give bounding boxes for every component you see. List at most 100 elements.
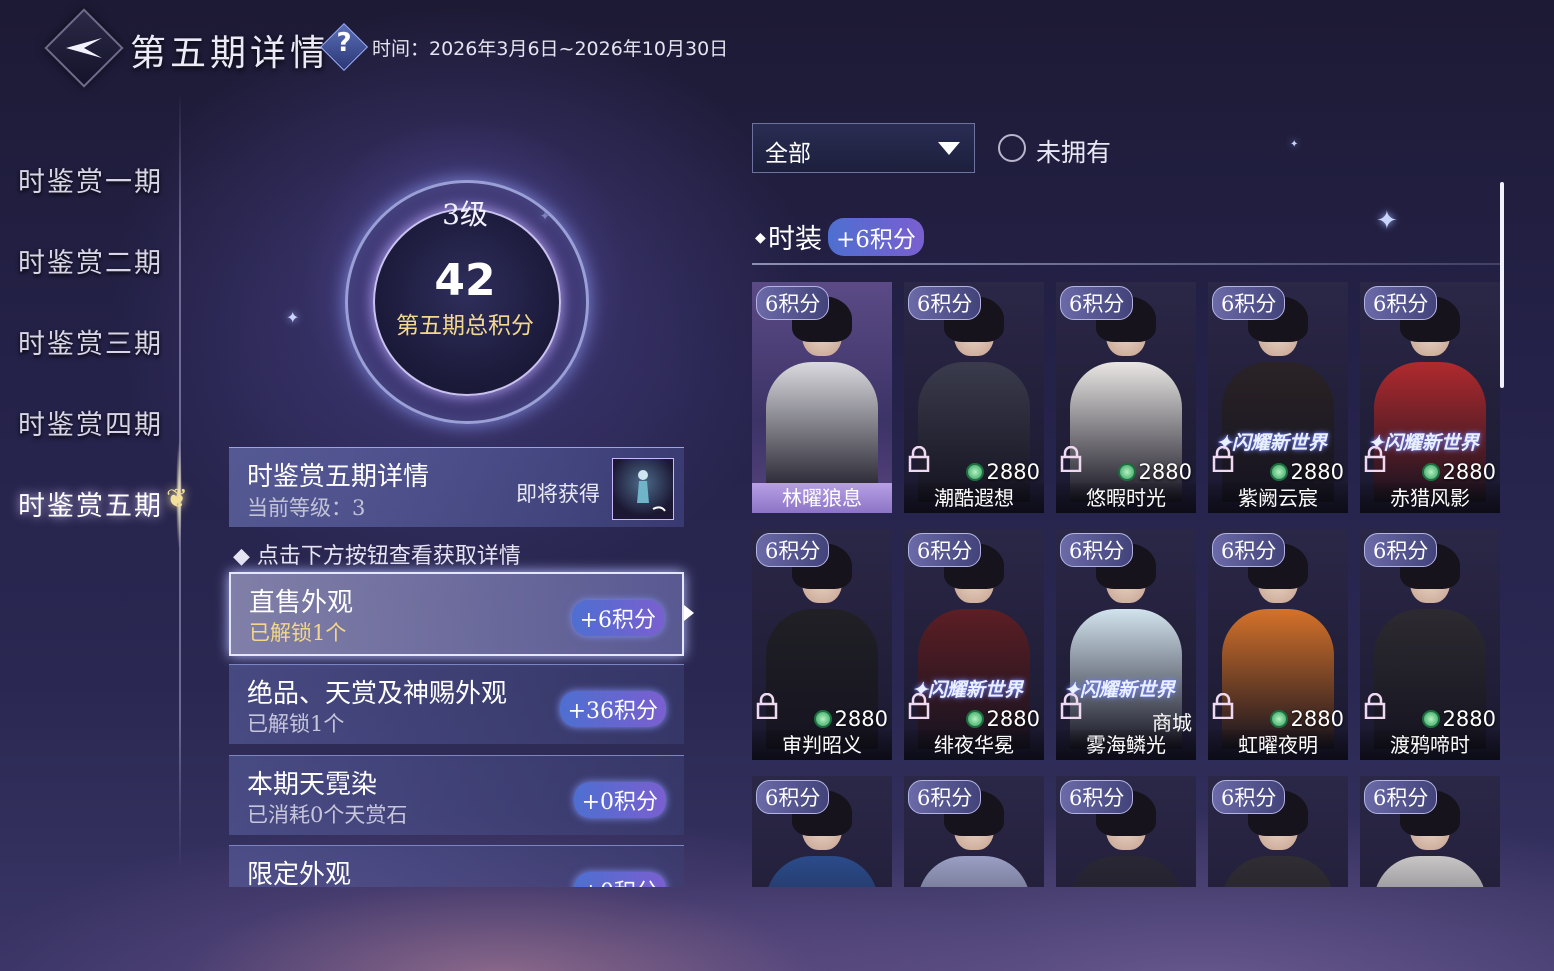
outfit-price: 2880 [965, 460, 1040, 484]
outfit-price-value: 2880 [986, 460, 1040, 484]
category-title: 绝品、天赏及神赐外观 [247, 679, 508, 709]
lock-icon [1060, 446, 1082, 472]
score-value: 42 [434, 255, 496, 306]
outfit-card[interactable]: 6积分 [904, 776, 1044, 887]
outfit-card[interactable]: 6积分 2880 潮酷遐想 [904, 282, 1044, 513]
lock-icon [908, 446, 930, 472]
outfit-points-badge: 6积分 [908, 533, 982, 567]
lock-icon [1212, 693, 1234, 719]
outfit-points-badge: 6积分 [756, 533, 830, 567]
outfit-points-badge: 6积分 [1060, 533, 1134, 567]
outfit-card[interactable]: 6积分 ✦闪耀新世界 2880 赤猎风影 [1360, 282, 1500, 513]
outfit-points-badge: 6积分 [1364, 533, 1438, 567]
outfit-price-value: 2880 [986, 707, 1040, 731]
unowned-label[interactable]: 未拥有 [1036, 133, 1111, 169]
outfit-points-badge: 6积分 [1060, 780, 1134, 814]
selected-arrow-icon [684, 605, 694, 621]
outfit-card[interactable]: 6积分 [1056, 776, 1196, 887]
category-sub: 已解锁1个 [247, 712, 345, 736]
unowned-radio[interactable] [998, 134, 1026, 162]
lock-icon [908, 693, 930, 719]
sidebar-item-period-4[interactable]: 时鉴赏四期 [18, 403, 163, 442]
period-detail-card[interactable]: 时鉴赏五期详情 当前等级：3 即将获得 [229, 447, 684, 527]
filter-dropdown[interactable]: 全部 [752, 123, 975, 173]
jade-coin-icon [813, 710, 832, 728]
outfit-card[interactable]: 6积分 ✦闪耀新世界 2880 紫阙云宸 [1208, 282, 1348, 513]
section-points: +6积分 [828, 218, 924, 256]
category-title: 限定外观 [247, 860, 352, 887]
outfit-card[interactable]: 6积分林曜狼息 [752, 282, 892, 513]
sidebar-item-period-1[interactable]: 时鉴赏一期 [18, 160, 163, 199]
reward-thumbnail[interactable] [612, 458, 674, 520]
outfit-card[interactable]: 6积分 ✦闪耀新世界 商城 雾海鳞光 [1056, 529, 1196, 760]
category-limited[interactable]: 限定外观 +0积分 [229, 845, 684, 887]
category-direct-sale[interactable]: 直售外观 已解锁1个 +6积分 [229, 572, 684, 656]
outfit-price: 2880 [1269, 460, 1344, 484]
detail-soon-label: 即将获得 [516, 482, 600, 506]
section-divider [752, 263, 1500, 265]
character-outfit [1222, 856, 1334, 887]
outfit-price: 2880 [1421, 707, 1496, 731]
outfit-points-badge: 6积分 [1364, 286, 1438, 320]
outfit-points-badge: 6积分 [756, 780, 830, 814]
category-premium[interactable]: 绝品、天赏及神赐外观 已解锁1个 +36积分 [229, 664, 684, 744]
jade-coin-icon [1269, 463, 1288, 481]
jade-coin-icon [965, 463, 984, 481]
category-sub: 已解锁1个 [249, 621, 347, 645]
outfit-name: 林曜狼息 [752, 483, 892, 513]
jade-coin-icon [1421, 710, 1440, 728]
sidebar-item-period-3[interactable]: 时鉴赏三期 [18, 322, 163, 361]
period-time: 时间：2026年3月6日~2026年10月30日 [372, 38, 729, 60]
sparkle-icon: ✦ [1376, 206, 1398, 236]
outfit-card[interactable]: 6积分 ✦闪耀新世界 2880 绯夜华冕 [904, 529, 1044, 760]
category-dye[interactable]: 本期天霓染 已消耗0个天赏石 +0积分 [229, 755, 684, 835]
lock-icon [1060, 693, 1082, 719]
category-title: 直售外观 [249, 588, 354, 618]
outfit-price: 2880 [1269, 707, 1344, 731]
score-label: 第五期总积分 [396, 313, 534, 339]
jade-coin-icon [965, 710, 984, 728]
outfit-price-value: 2880 [1290, 460, 1344, 484]
hint-text: ◆ 点击下方按钮查看获取详情 [233, 544, 521, 569]
outfit-card[interactable]: 6积分 [1208, 776, 1348, 887]
sparkle-icon: ✦ [286, 308, 300, 327]
sidebar-item-period-2[interactable]: 时鉴赏二期 [18, 241, 163, 280]
outfit-price: 2880 [1421, 460, 1496, 484]
detail-current-level: 当前等级：3 [247, 496, 366, 520]
outfit-name: 虹曜夜明 [1208, 730, 1348, 760]
outfit-card[interactable]: 6积分 2880 悠暇时光 [1056, 282, 1196, 513]
jade-coin-icon [1421, 463, 1440, 481]
outfit-name: 潮酷遐想 [904, 483, 1044, 513]
character-outfit [918, 856, 1030, 887]
jade-coin-icon [1269, 710, 1288, 728]
outfit-points-badge: 6积分 [908, 780, 982, 814]
outfit-name: 绯夜华冕 [904, 730, 1044, 760]
category-points: +0积分 [573, 782, 666, 818]
chevron-down-icon [938, 142, 960, 155]
section-title: 时装 [768, 224, 822, 255]
back-arrow-icon [66, 38, 102, 58]
outfit-name: 紫阙云宸 [1208, 483, 1348, 513]
outfit-points-badge: 6积分 [1212, 780, 1286, 814]
category-list-clip: 限定外观 +0积分 [229, 845, 684, 887]
lock-icon [756, 693, 778, 719]
category-points: +36积分 [559, 691, 666, 727]
outfit-price-value: 2880 [834, 707, 888, 731]
lock-icon [1212, 446, 1234, 472]
filter-value: 全部 [765, 141, 811, 167]
sidebar-item-period-5[interactable]: 时鉴赏五期 [18, 484, 163, 523]
outfit-card[interactable]: 6积分 [1360, 776, 1500, 887]
detail-title: 时鉴赏五期详情 [247, 462, 430, 492]
outfit-points-badge: 6积分 [756, 286, 830, 320]
lock-icon [1364, 446, 1386, 472]
outfit-card[interactable]: 6积分 [752, 776, 892, 887]
outfit-name: 悠暇时光 [1056, 483, 1196, 513]
character-outfit [766, 856, 878, 887]
category-sub: 已消耗0个天赏石 [247, 803, 408, 827]
outfit-card[interactable]: 6积分 2880 虹曜夜明 [1208, 529, 1348, 760]
outfit-card[interactable]: 6积分 2880 审判昭义 [752, 529, 892, 760]
outfit-price-value: 2880 [1290, 707, 1344, 731]
score-level: 3级 [442, 198, 488, 231]
outfit-card[interactable]: 6积分 2880 渡鸦啼时 [1360, 529, 1500, 760]
outfit-points-badge: 6积分 [1212, 533, 1286, 567]
